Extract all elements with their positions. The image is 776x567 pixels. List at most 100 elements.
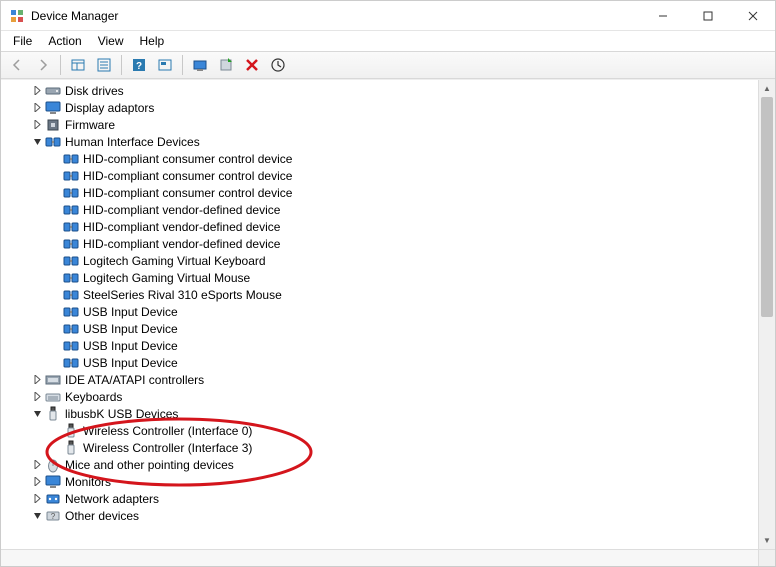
tree-node[interactable]: Human Interface Devices [1, 133, 758, 150]
tree-node[interactable]: HID-compliant consumer control device [1, 150, 758, 167]
tree-node-label: Human Interface Devices [65, 135, 200, 149]
show-hide-console-button[interactable] [66, 53, 90, 77]
tree-node[interactable]: Wireless Controller (Interface 3) [1, 439, 758, 456]
usb-icon [63, 440, 79, 456]
titlebar: Device Manager [1, 1, 775, 31]
tree-node[interactable]: HID-compliant vendor-defined device [1, 235, 758, 252]
tree-node-label: USB Input Device [83, 339, 178, 353]
tree-node-label: Disk drives [65, 84, 124, 98]
tree-node[interactable]: Display adaptors [1, 99, 758, 116]
monitor-icon [45, 100, 61, 116]
scroll-thumb[interactable] [761, 97, 773, 317]
tree-node-label: HID-compliant vendor-defined device [83, 203, 280, 217]
twisty-none [49, 221, 61, 233]
scan-hardware-button[interactable] [266, 53, 290, 77]
expand-icon[interactable] [31, 102, 43, 114]
app-icon [9, 8, 25, 24]
tree-node-label: libusbK USB Devices [65, 407, 178, 421]
mouse-icon [45, 457, 61, 473]
tree-node[interactable]: Disk drives [1, 82, 758, 99]
tree-node[interactable]: Other devices [1, 507, 758, 524]
tree-node[interactable]: HID-compliant consumer control device [1, 167, 758, 184]
hid-icon [63, 185, 79, 201]
hid-icon [63, 253, 79, 269]
hid-icon [63, 355, 79, 371]
expand-icon[interactable] [31, 493, 43, 505]
tree-node[interactable]: USB Input Device [1, 354, 758, 371]
tree-node[interactable]: HID-compliant vendor-defined device [1, 218, 758, 235]
action-button[interactable] [153, 53, 177, 77]
tree-node[interactable]: IDE ATA/ATAPI controllers [1, 371, 758, 388]
expand-icon[interactable] [31, 459, 43, 471]
tree-node[interactable]: USB Input Device [1, 337, 758, 354]
minimize-button[interactable] [640, 1, 685, 31]
tree-node[interactable]: SteelSeries Rival 310 eSports Mouse [1, 286, 758, 303]
hid-icon [63, 168, 79, 184]
monitor-icon [45, 474, 61, 490]
hid-icon [63, 304, 79, 320]
collapse-icon[interactable] [31, 136, 43, 148]
menu-help[interactable]: Help [132, 32, 173, 50]
tree-node-label: IDE ATA/ATAPI controllers [65, 373, 204, 387]
update-driver-button[interactable] [188, 53, 212, 77]
expand-icon[interactable] [31, 374, 43, 386]
expand-icon[interactable] [31, 476, 43, 488]
help-button[interactable]: ? [127, 53, 151, 77]
tree-node-label: Wireless Controller (Interface 3) [83, 441, 252, 455]
back-button[interactable] [5, 53, 29, 77]
expand-icon[interactable] [31, 119, 43, 131]
tree-node-label: USB Input Device [83, 305, 178, 319]
device-tree[interactable]: Disk drivesDisplay adaptors Firmware Human… [1, 80, 758, 549]
vertical-scrollbar[interactable]: ▲ ▼ [758, 80, 775, 549]
tree-node-label: HID-compliant consumer control device [83, 152, 292, 166]
tree-node[interactable]: HID-compliant consumer control device [1, 184, 758, 201]
uninstall-device-button[interactable] [240, 53, 264, 77]
menu-view[interactable]: View [90, 32, 132, 50]
scroll-up-icon[interactable]: ▲ [759, 80, 775, 97]
properties-button[interactable] [92, 53, 116, 77]
twisty-none [49, 425, 61, 437]
tree-node[interactable]: Monitors [1, 473, 758, 490]
toolbar: ? [1, 51, 775, 79]
scroll-down-icon[interactable]: ▼ [759, 532, 775, 549]
tree-node-label: Firmware [65, 118, 115, 132]
tree-node-label: HID-compliant vendor-defined device [83, 220, 280, 234]
tree-node[interactable]: USB Input Device [1, 320, 758, 337]
horizontal-scrollbar[interactable] [1, 549, 758, 566]
close-button[interactable] [730, 1, 775, 31]
tree-node[interactable]: libusbK USB Devices [1, 405, 758, 422]
forward-button[interactable] [31, 53, 55, 77]
tree-node-label: Logitech Gaming Virtual Keyboard [83, 254, 266, 268]
enable-device-button[interactable] [214, 53, 238, 77]
tree-node[interactable]: Logitech Gaming Virtual Keyboard [1, 252, 758, 269]
tree-node-label: SteelSeries Rival 310 eSports Mouse [83, 288, 282, 302]
scroll-track[interactable] [759, 97, 775, 532]
hid-icon [63, 219, 79, 235]
tree-node[interactable]: Logitech Gaming Virtual Mouse [1, 269, 758, 286]
toolbar-separator [182, 55, 183, 75]
expand-icon[interactable] [31, 391, 43, 403]
tree-node[interactable]: Firmware [1, 116, 758, 133]
tree-node-label: Mice and other pointing devices [65, 458, 234, 472]
tree-node[interactable]: HID-compliant vendor-defined device [1, 201, 758, 218]
expand-icon[interactable] [31, 85, 43, 97]
menu-action[interactable]: Action [40, 32, 89, 50]
collapse-icon[interactable] [31, 510, 43, 522]
maximize-button[interactable] [685, 1, 730, 31]
twisty-none [49, 187, 61, 199]
tree-node-label: HID-compliant consumer control device [83, 169, 292, 183]
tree-node[interactable]: Network adapters [1, 490, 758, 507]
menu-file[interactable]: File [5, 32, 40, 50]
twisty-none [49, 357, 61, 369]
tree-node[interactable]: Wireless Controller (Interface 0) [1, 422, 758, 439]
ide-icon [45, 372, 61, 388]
tree-node[interactable]: Mice and other pointing devices [1, 456, 758, 473]
tree-node[interactable]: USB Input Device [1, 303, 758, 320]
tree-node[interactable]: Keyboards [1, 388, 758, 405]
hid-icon [63, 287, 79, 303]
other-icon [45, 508, 61, 524]
hid-icon [63, 321, 79, 337]
tree-node-label: Other devices [65, 509, 139, 523]
tree-node-label: Monitors [65, 475, 111, 489]
collapse-icon[interactable] [31, 408, 43, 420]
